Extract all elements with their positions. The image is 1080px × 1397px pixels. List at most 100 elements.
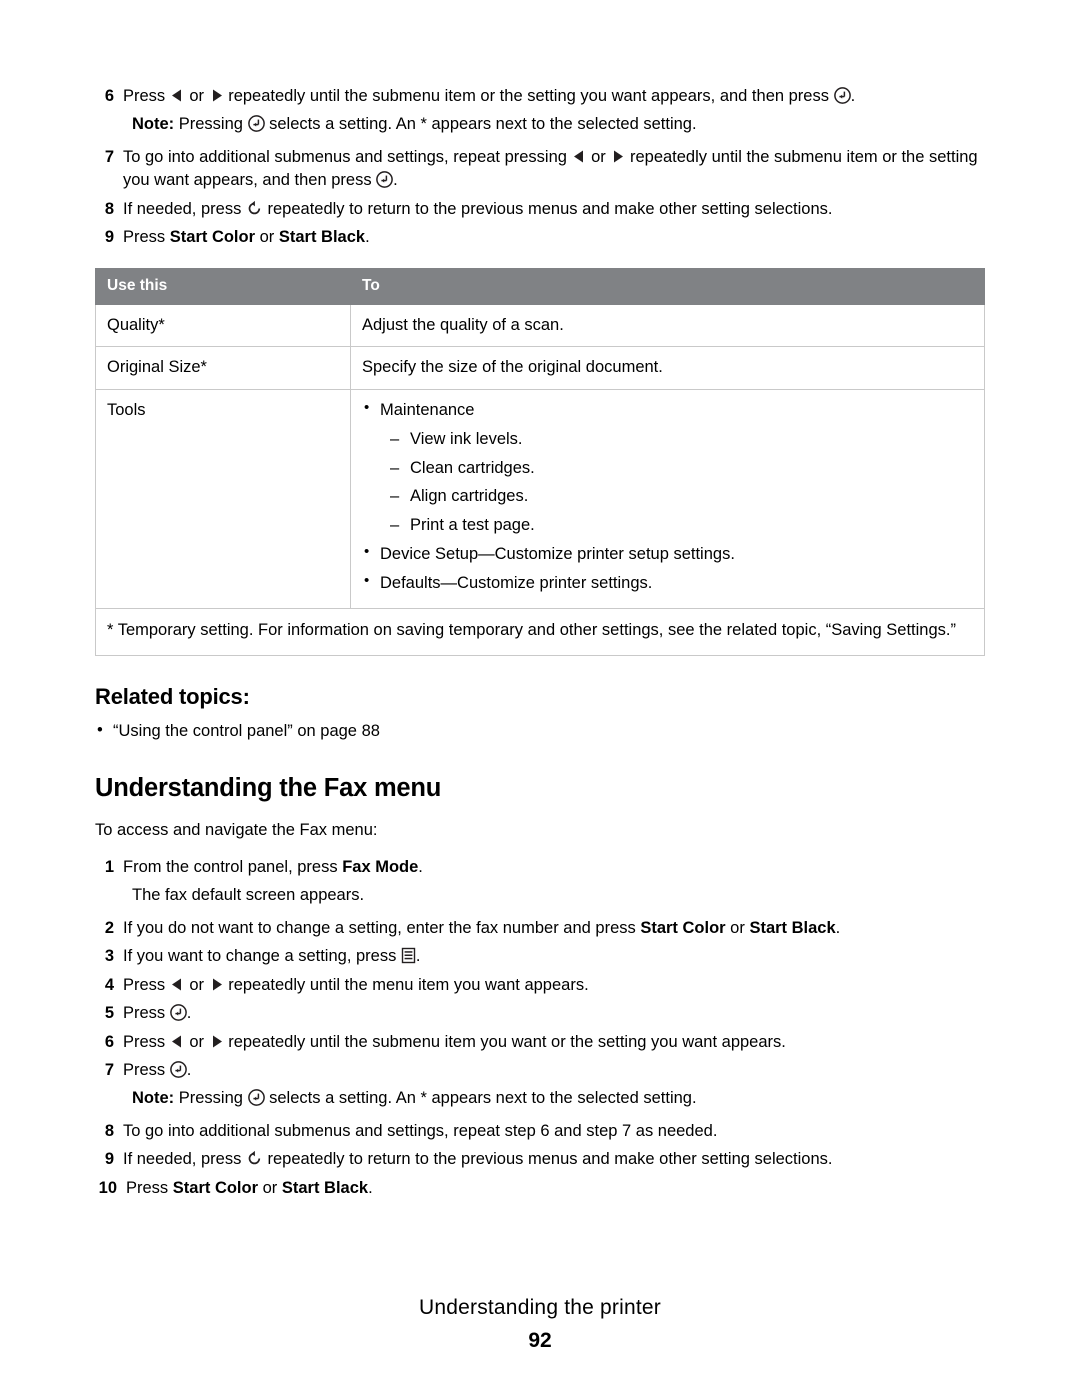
step-text: Press or repeatedly until the menu item … [123, 975, 589, 994]
table-cell-to: Adjust the quality of a scan. [350, 303, 985, 348]
select-icon [247, 1089, 265, 1107]
step-text: Press Start Color or Start Black. [123, 228, 370, 247]
table-row: Quality* Adjust the quality of a scan. [95, 303, 985, 348]
step-text: Press or repeatedly until the submenu it… [123, 87, 856, 105]
table-cell-use-this: Tools [95, 389, 351, 610]
step-number: 6 [104, 87, 114, 105]
select-icon [169, 1061, 187, 1078]
step-item: 9 If needed, press repeatedly to return t… [95, 1148, 985, 1171]
step-item: 2 If you do not want to change a setting,… [95, 917, 985, 940]
table-head: Use this To [95, 267, 985, 305]
related-topics-list: “Using the control panel” on page 88 [95, 719, 985, 743]
step-item: 8 If needed, press repeatedly to return t… [95, 198, 985, 221]
arrow-right-icon [209, 977, 224, 992]
page-title: Understanding the Fax menu [95, 773, 442, 802]
arrow-left-icon [170, 88, 185, 103]
table-list-item: View ink levels. [362, 427, 973, 452]
step-number: 1 [104, 858, 114, 877]
step-subtext: The fax default screen appears. [132, 886, 365, 905]
section-intro: To access and navigate the Fax menu: [95, 820, 378, 839]
step-number: 8 [104, 199, 114, 218]
select-icon [833, 87, 851, 104]
emphasis-text: Start Black [749, 918, 836, 937]
table-row: Original Size* Specify the size of the or… [95, 346, 985, 391]
select-icon [376, 171, 394, 189]
step-text: Press or repeatedly until the submenu it… [123, 1032, 786, 1051]
table-list-item: Clean cartridges. [362, 456, 973, 481]
step-number: 9 [104, 1150, 114, 1169]
step-text: If you want to change a setting, press . [123, 947, 421, 966]
step-item: 8 To go into additional submenus and sett… [95, 1120, 985, 1143]
steps-list-fax: 1 From the control panel, press Fax Mode.… [95, 856, 985, 1111]
step-number: 5 [104, 1004, 114, 1023]
step-text: To go into additional submenus and setti… [123, 147, 978, 190]
steps-list-fax-tail: 8 To go into additional submenus and sett… [95, 1120, 985, 1200]
step-item: 10 Press Start Color or Start Black. [95, 1177, 985, 1200]
table-cell-to: Specify the size of the original documen… [350, 346, 985, 391]
emphasis-text: Start Black [278, 228, 366, 247]
table-row: Tools Maintenance View ink levels. Clean ca… [95, 389, 985, 610]
emphasis-text: Fax Mode [342, 858, 419, 877]
step-text: If needed, press repeatedly to return to… [123, 1150, 833, 1169]
table-body: Quality* Adjust the quality of a scan. Ori… [95, 303, 985, 657]
settings-table: Use this To Quality* Adjust the quality o… [95, 267, 985, 657]
step-text: From the control panel, press Fax Mode. [123, 858, 423, 877]
step-item: 4 Press or repeatedly until the menu item… [95, 974, 985, 997]
footer-title: Understanding the printer [419, 1296, 661, 1319]
step-number: 3 [104, 947, 114, 966]
step-number: 6 [104, 1032, 114, 1051]
emphasis-text: Start Color [172, 1178, 259, 1197]
note-label: Note: [132, 1089, 175, 1108]
table-list-item: Align cartridges. [362, 484, 973, 509]
step-item: 7 To go into additional submenus and sett… [95, 146, 985, 193]
step-text: If needed, press repeatedly to return to… [123, 199, 833, 218]
step-text: Press Start Color or Start Black. [126, 1178, 373, 1197]
column-header-use-this: Use this [95, 267, 351, 305]
back-icon [246, 1150, 263, 1167]
arrow-right-icon [610, 149, 625, 164]
back-icon [246, 200, 263, 217]
arrow-right-icon [209, 88, 224, 103]
select-icon [247, 115, 265, 133]
page-footer: Understanding the printer 92 [0, 1296, 1080, 1353]
note-label: Note: [132, 115, 175, 134]
note-text: Note: Pressing selects a setting. An * a… [132, 115, 697, 134]
step-number: 7 [104, 147, 114, 166]
arrow-left-icon [170, 1034, 185, 1049]
related-topics-heading: Related topics: [95, 684, 250, 710]
arrow-left-icon [572, 149, 587, 164]
step-item: 1 From the control panel, press Fax Mode. [95, 856, 985, 879]
emphasis-text: Start Color [640, 918, 726, 937]
table-footnote-row: * Temporary setting. For information on … [95, 608, 985, 657]
table-list-item: Print a test page. [362, 513, 973, 538]
step-text: Press . [123, 1061, 192, 1079]
table-list-item: Defaults—Customize printer settings. [362, 570, 973, 596]
table-cell-to: Maintenance View ink levels. Clean cartrid… [350, 389, 985, 610]
step-text: Press . [123, 1004, 192, 1023]
step-item: 3 If you want to change a setting, press … [95, 945, 985, 968]
table-cell-use-this: Quality* [95, 303, 351, 348]
step-number: 4 [104, 975, 114, 994]
column-header-to: To [350, 267, 985, 305]
document-page: 6 Press or repeatedly until the submenu i… [0, 0, 1080, 1397]
table-cell-use-this: Original Size* [95, 346, 351, 391]
related-topic-link[interactable]: “Using the control panel” on page 88 [95, 719, 985, 743]
emphasis-text: Start Black [281, 1178, 369, 1197]
step-number: 7 [104, 1061, 114, 1079]
step-number: 10 [98, 1178, 117, 1197]
footer-page-number: 92 [528, 1329, 552, 1352]
note-text: Note: Pressing selects a setting. An * a… [132, 1089, 697, 1108]
step-item: 5 Press . [95, 1002, 985, 1025]
step-number: 2 [104, 918, 114, 937]
select-icon [169, 1004, 187, 1022]
step-item: 7 Press . [95, 1059, 985, 1082]
menu-icon [401, 947, 416, 964]
arrow-right-icon [209, 1034, 224, 1049]
step-number: 8 [104, 1121, 114, 1140]
arrow-left-icon [170, 977, 185, 992]
step-number: 9 [104, 228, 114, 247]
step-item: 6 Press or repeatedly until the submenu i… [95, 1031, 985, 1054]
table-header-row: Use this To [95, 267, 985, 305]
step-text: To go into additional submenus and setti… [123, 1121, 718, 1140]
step-item: 9 Press Start Color or Start Black. [95, 226, 985, 249]
